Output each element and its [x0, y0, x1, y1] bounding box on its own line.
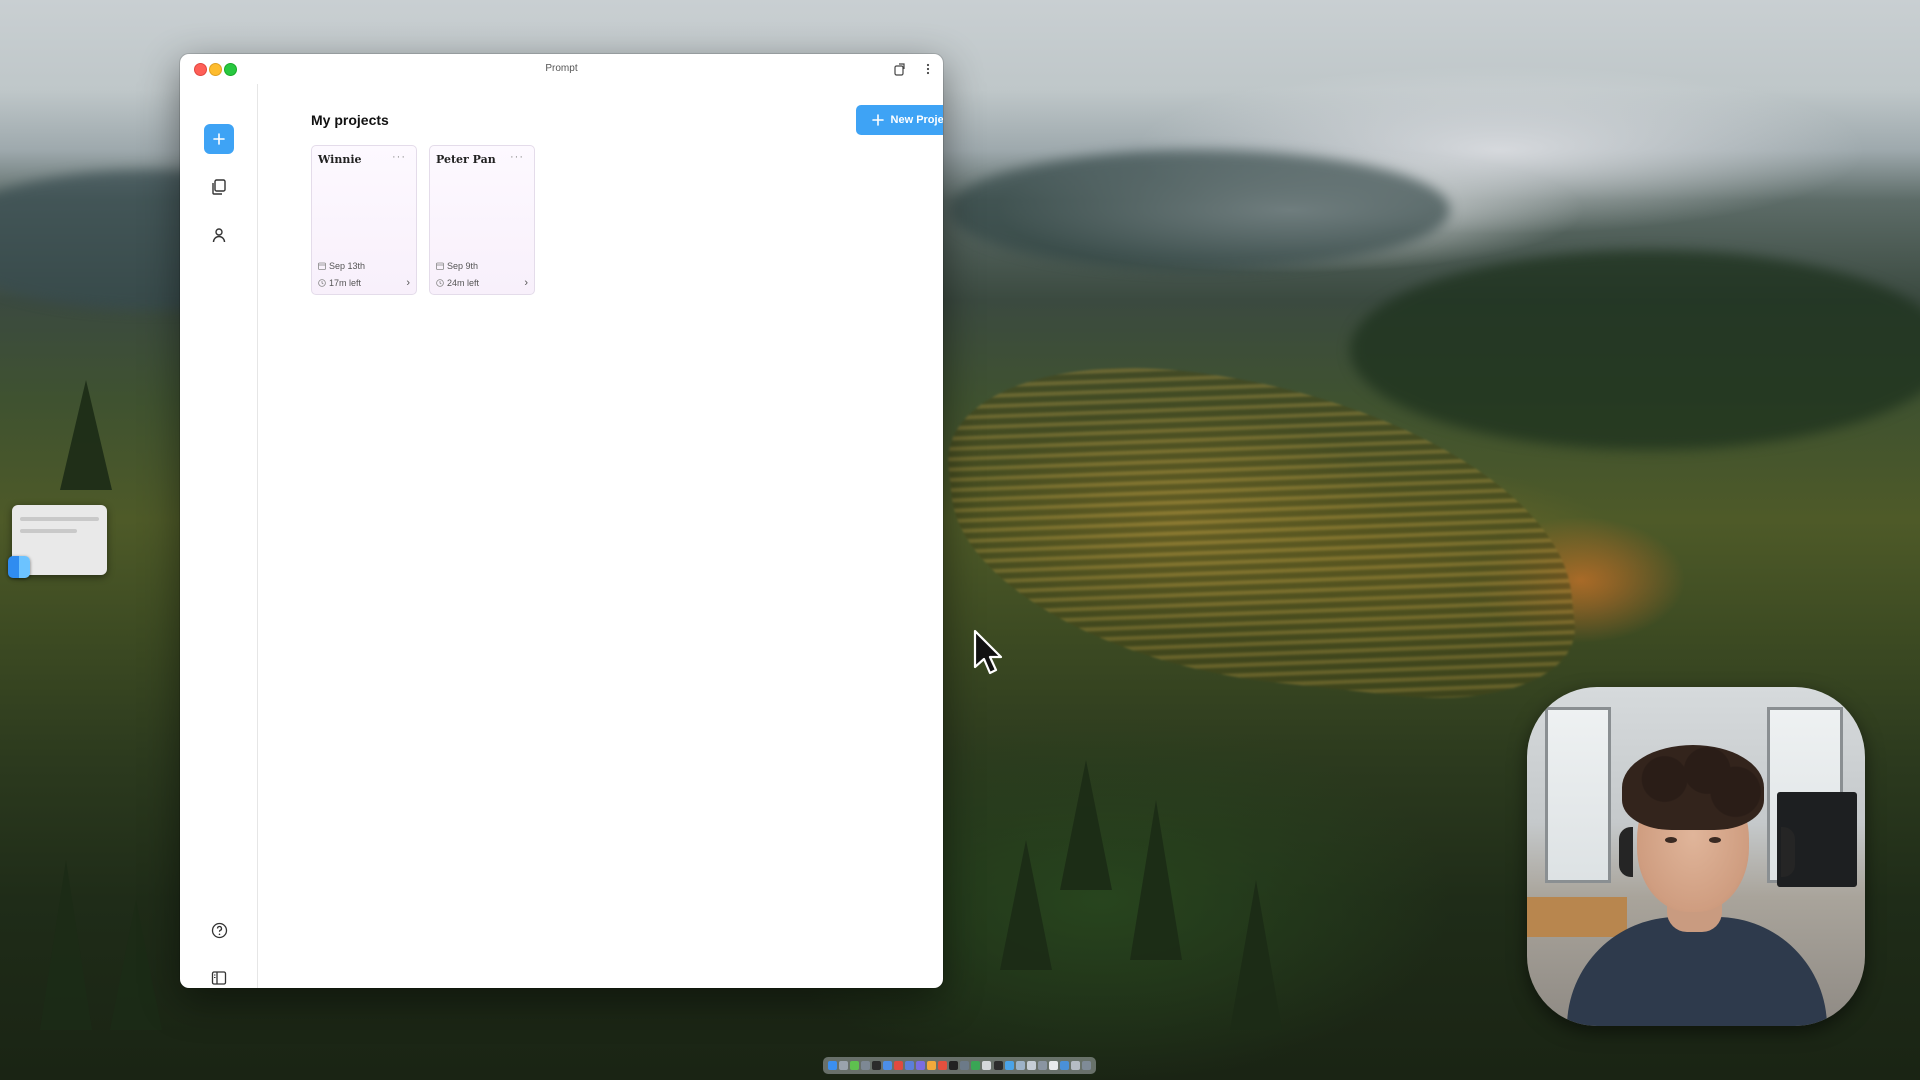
- dock: [823, 1057, 1096, 1074]
- thumbnail-bar: [20, 529, 77, 533]
- tree: [60, 380, 112, 490]
- dock-app-icon[interactable]: [1037, 1061, 1047, 1070]
- tree: [1000, 840, 1052, 970]
- dock-app-icon[interactable]: [861, 1061, 871, 1070]
- presenter-headset: [1619, 827, 1795, 877]
- dock-app-icon[interactable]: [916, 1061, 926, 1070]
- plus-icon: [871, 114, 884, 126]
- sidebar-toggle-icon: [211, 971, 227, 985]
- project-time-left-text: 17m left: [329, 278, 362, 288]
- dock-app-icon[interactable]: [894, 1061, 904, 1070]
- dock-app-icon[interactable]: [883, 1061, 893, 1070]
- project-menu-button[interactable]: ···: [510, 151, 524, 163]
- project-card-winnie[interactable]: Winnie ··· Sep 13th 17m left ›: [311, 145, 417, 295]
- tree: [110, 900, 162, 1030]
- dock-app-icon[interactable]: [850, 1061, 860, 1070]
- open-project-chevron-icon[interactable]: ›: [406, 277, 410, 289]
- page-title: My projects: [311, 112, 389, 128]
- project-time-left: 24m left: [436, 278, 479, 288]
- share-button[interactable]: [890, 60, 908, 78]
- main-content: My projects New Project Winnie ··· Sep 1…: [258, 84, 943, 988]
- finder-icon[interactable]: [8, 556, 30, 578]
- project-time-left: 17m left: [318, 278, 361, 288]
- plus-icon: [213, 133, 225, 145]
- project-title: Winnie: [318, 153, 362, 166]
- new-project-label: New Project: [890, 114, 943, 126]
- project-card-peter-pan[interactable]: Peter Pan ··· Sep 9th 24m left ›: [429, 145, 535, 295]
- dock-app-icon[interactable]: [905, 1061, 915, 1070]
- dock-app-icon[interactable]: [828, 1061, 838, 1070]
- open-project-chevron-icon[interactable]: ›: [524, 277, 528, 289]
- tree: [1230, 880, 1282, 1030]
- dock-app-icon[interactable]: [982, 1061, 992, 1070]
- project-date-text: Sep 9th: [447, 261, 479, 271]
- new-project-button[interactable]: New Project: [856, 105, 943, 135]
- calendar-icon: [318, 262, 326, 270]
- help-icon: [211, 922, 227, 938]
- dock-app-icon[interactable]: [938, 1061, 948, 1070]
- help-button[interactable]: [204, 915, 234, 945]
- project-date-text: Sep 13th: [329, 261, 366, 271]
- tree: [40, 860, 92, 1030]
- dock-app-icon[interactable]: [1070, 1061, 1080, 1070]
- mouse-cursor-icon: [973, 629, 1003, 675]
- app-window: Prompt My projects New Proje Winnie ··· …: [180, 54, 943, 988]
- project-menu-button[interactable]: ···: [392, 151, 406, 163]
- calendar-icon: [436, 262, 444, 270]
- share-icon: [893, 62, 905, 76]
- project-time-left-text: 24m left: [447, 278, 480, 288]
- presenter-hair: [1622, 745, 1764, 830]
- dock-app-icon[interactable]: [1059, 1061, 1069, 1070]
- dock-app-icon[interactable]: [1048, 1061, 1058, 1070]
- dock-app-icon[interactable]: [872, 1061, 882, 1070]
- project-date: Sep 13th: [318, 261, 365, 271]
- dock-app-icon[interactable]: [927, 1061, 937, 1070]
- dock-app-icon[interactable]: [1015, 1061, 1025, 1070]
- thumbnail-bar: [20, 517, 99, 521]
- dock-app-icon[interactable]: [993, 1061, 1003, 1070]
- forest-slope: [1350, 250, 1920, 450]
- dock-app-icon[interactable]: [1026, 1061, 1036, 1070]
- sidebar-toggle-button[interactable]: [204, 963, 234, 988]
- project-date: Sep 9th: [436, 261, 478, 271]
- sidebar: [180, 84, 258, 988]
- project-title: Peter Pan: [436, 153, 496, 166]
- add-button[interactable]: [204, 124, 234, 154]
- tree: [1130, 800, 1182, 960]
- profile-button[interactable]: [204, 220, 234, 250]
- tree: [1060, 760, 1112, 890]
- clock-icon: [318, 279, 326, 287]
- presenter-eye: [1709, 837, 1721, 843]
- projects-icon: [212, 179, 226, 195]
- mountain-ridge: [950, 150, 1450, 270]
- webcam-overlay: [1527, 687, 1865, 1026]
- more-vertical-icon: [926, 63, 930, 75]
- more-options-button[interactable]: [919, 60, 937, 78]
- webcam-background-window: [1545, 707, 1611, 883]
- dock-app-icon[interactable]: [1081, 1061, 1091, 1070]
- dock-app-icon[interactable]: [960, 1061, 970, 1070]
- clock-icon: [436, 279, 444, 287]
- window-title: Prompt: [545, 63, 578, 74]
- dock-app-icon[interactable]: [949, 1061, 959, 1070]
- webcam-background-desk: [1527, 897, 1627, 937]
- dock-app-icon[interactable]: [1004, 1061, 1014, 1070]
- dock-app-icon[interactable]: [839, 1061, 849, 1070]
- user-icon: [212, 228, 226, 243]
- projects-button[interactable]: [204, 172, 234, 202]
- title-bar[interactable]: Prompt: [180, 54, 943, 84]
- presenter-eye: [1665, 837, 1677, 843]
- dock-app-icon[interactable]: [971, 1061, 981, 1070]
